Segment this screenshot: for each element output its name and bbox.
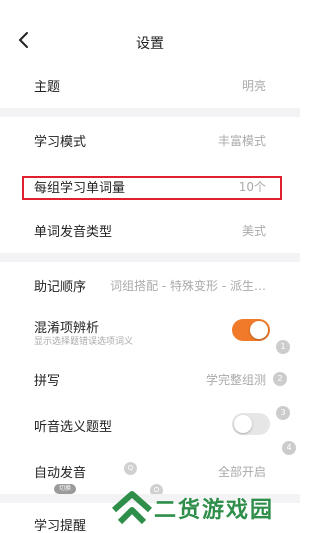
setting-value: 词组搭配 - 特殊变形 - 派生… [110, 279, 266, 293]
setting-label: 学习模式 [34, 135, 87, 150]
nav-bar: 设置 [0, 0, 300, 66]
confusing-items-toggle[interactable] [232, 319, 270, 341]
watermark-logo-icon [112, 491, 152, 525]
section-divider [0, 253, 300, 262]
section-divider [0, 108, 300, 117]
setting-label: 听音选义题型 [34, 420, 113, 435]
setting-value: 全部开启 [217, 465, 266, 479]
setting-value: 学完整组测 [205, 373, 266, 387]
setting-value: 丰富模式 [217, 134, 266, 148]
setting-row-spelling[interactable]: 拼写 学完整组测 [0, 356, 300, 402]
setting-row-listening-quiz: 听音选义题型 [0, 402, 300, 448]
marker-q: Q [124, 462, 137, 475]
setting-row-pronunciation[interactable]: 单词发音类型 美式 [0, 207, 300, 253]
toggle-knob [250, 321, 268, 339]
marker-1: 1 [276, 340, 290, 354]
setting-description: 显示选择题错误选项词义 [34, 337, 134, 347]
switch-pill: 切换 [54, 484, 76, 494]
watermark: 二货游戏园 [110, 486, 300, 530]
setting-value: 美式 [241, 224, 266, 238]
marker-3: 3 [276, 406, 290, 420]
setting-row-confusing-items: 混淆项辨析 显示选择题错误选项词义 [0, 309, 300, 357]
highlight-box [22, 176, 282, 200]
toggle-knob [234, 415, 252, 433]
marker-2: 2 [273, 372, 287, 386]
setting-label: 自动发音 [34, 466, 87, 481]
setting-value: 明亮 [241, 79, 266, 93]
setting-label: 单词发音类型 [34, 225, 113, 240]
page-title: 设置 [136, 36, 164, 52]
setting-label: 助记顺序 [34, 280, 87, 295]
setting-label: 主题 [34, 80, 61, 95]
setting-label: 拼写 [34, 374, 61, 389]
setting-row-mnemonic-order[interactable]: 助记顺序 词组搭配 - 特殊变形 - 派生… [0, 262, 300, 308]
listening-quiz-toggle[interactable] [232, 413, 270, 435]
setting-label: 学习提醒 [34, 519, 87, 533]
setting-row-study-mode[interactable]: 学习模式 丰富模式 [0, 117, 300, 163]
setting-row-theme[interactable]: 主题 明亮 [0, 62, 300, 108]
watermark-text: 二货游戏园 [154, 498, 275, 523]
